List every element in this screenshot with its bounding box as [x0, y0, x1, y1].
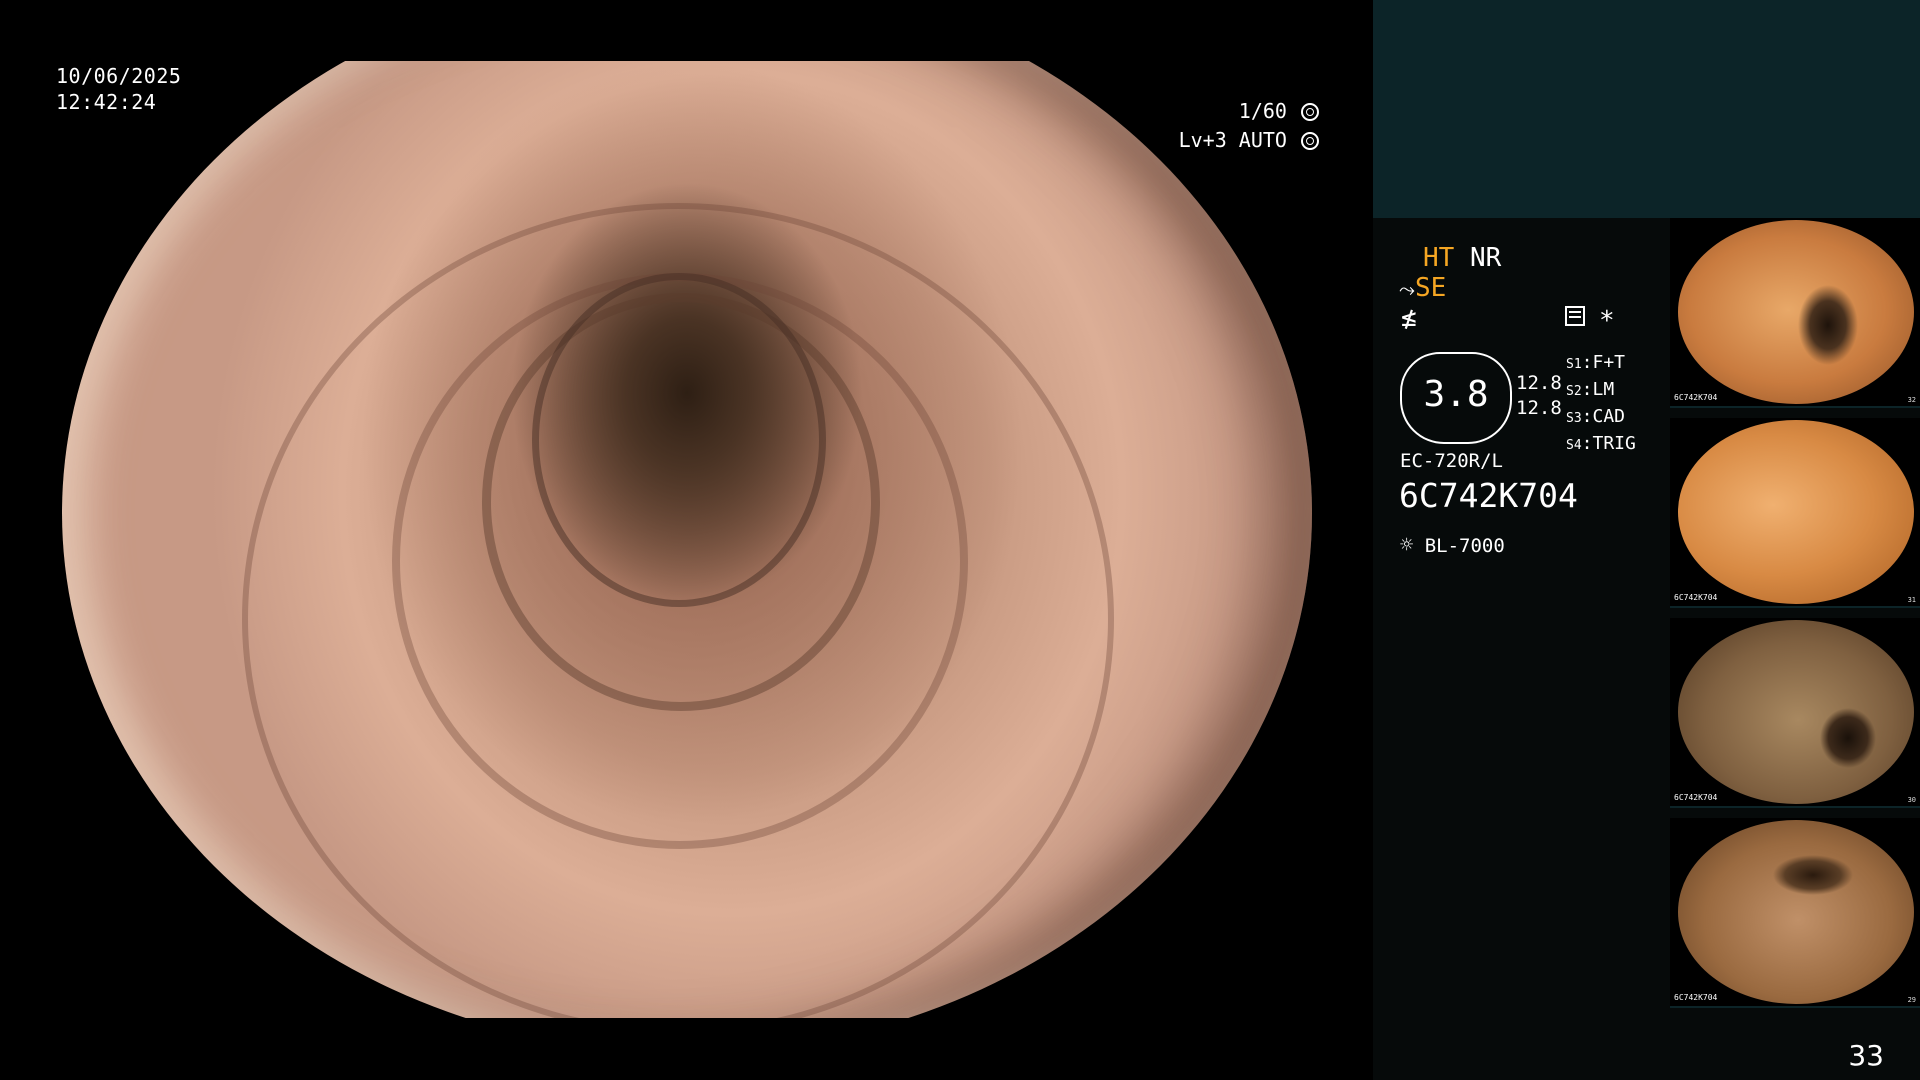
thumbnail-strip: 6C742K704 32 6C742K704 31 6C742K704 30 6… — [1670, 218, 1920, 1018]
thumbnail-image — [1678, 820, 1914, 1004]
thumbnail-1[interactable]: 6C742K704 32 — [1670, 218, 1920, 408]
mode-item: S1:F+T — [1566, 352, 1626, 373]
gauge-value: 3.8 — [1423, 374, 1489, 415]
nr-indicator: NR — [1469, 243, 1502, 273]
thumbnail-index: 31 — [1907, 596, 1916, 604]
se-indicator: SE — [1415, 273, 1447, 303]
shutter-readout: 1/60 — [1239, 99, 1319, 123]
shutter-label: 1/60 — [1238, 99, 1287, 123]
auto-exposure-icon — [1301, 132, 1319, 150]
mode-item: S3:CAD — [1566, 406, 1626, 427]
thumbnail-serial: 6C742K704 — [1674, 793, 1718, 802]
info-panel: HT NR ⤳SE ≰ * 3.8 12.8 12.8 S1:F+T S2:LM… — [1373, 0, 1920, 1080]
scope-serial: 6C742K704 — [1399, 476, 1578, 515]
ht-indicator: HT — [1423, 243, 1455, 273]
time-label: 12:42:24 — [56, 90, 157, 114]
light-source-row: ☼ BL-7000 — [1400, 533, 1505, 558]
memo-icon — [1565, 306, 1585, 326]
asterisk-indicator: * — [1599, 306, 1615, 336]
side-value-2: 12.8 — [1516, 397, 1562, 419]
flash-icon: ≰ — [1401, 303, 1417, 333]
thumbnail-image — [1678, 220, 1914, 404]
pen-icon: ⤳ — [1399, 277, 1415, 301]
mode-item: S4:TRIG — [1566, 433, 1636, 454]
panel-header-block — [1373, 0, 1920, 218]
scope-model: EC-720R/L — [1400, 450, 1503, 472]
frame-mask — [0, 0, 1373, 61]
thumbnail-index: 32 — [1907, 396, 1916, 404]
thumbnail-index: 29 — [1907, 996, 1916, 1004]
thumbnail-serial: 6C742K704 — [1674, 593, 1718, 602]
thumbnail-3[interactable]: 6C742K704 30 — [1670, 618, 1920, 808]
page-number: 33 — [1848, 1039, 1884, 1072]
mode-item: S2:LM — [1566, 379, 1615, 400]
thumbnail-4[interactable]: 6C742K704 29 — [1670, 818, 1920, 1008]
date-label: 10/06/2025 — [56, 64, 182, 88]
se-row: ⤳SE — [1399, 273, 1446, 303]
light-source-label: BL-7000 — [1424, 535, 1505, 557]
thumbnail-2[interactable]: 6C742K704 31 — [1670, 418, 1920, 608]
thumbnail-image — [1678, 620, 1914, 804]
fold-ring — [532, 273, 826, 607]
exposure-label: Lv+3 AUTO — [1178, 128, 1287, 152]
ht-nr-row: HT NR — [1423, 243, 1501, 273]
exposure-readout: Lv+3 AUTO — [1179, 128, 1319, 152]
thumbnail-serial: 6C742K704 — [1674, 993, 1718, 1002]
endoscope-view: 10/06/2025 12:42:24 1/60 Lv+3 AUTO — [0, 0, 1373, 1080]
thumbnail-image — [1678, 420, 1914, 604]
brightness-gauge: 3.8 — [1400, 352, 1512, 444]
mode-list: S1:F+T S2:LM S3:CAD S4:TRIG — [1566, 350, 1636, 458]
side-value-1: 12.8 — [1516, 372, 1562, 394]
light-icon: ☼ — [1400, 533, 1414, 558]
endoscopic-image — [62, 0, 1312, 1053]
frame-mask — [0, 1018, 1373, 1080]
thumbnail-index: 30 — [1907, 796, 1916, 804]
shutter-icon — [1301, 103, 1319, 121]
thumbnail-serial: 6C742K704 — [1674, 393, 1718, 402]
